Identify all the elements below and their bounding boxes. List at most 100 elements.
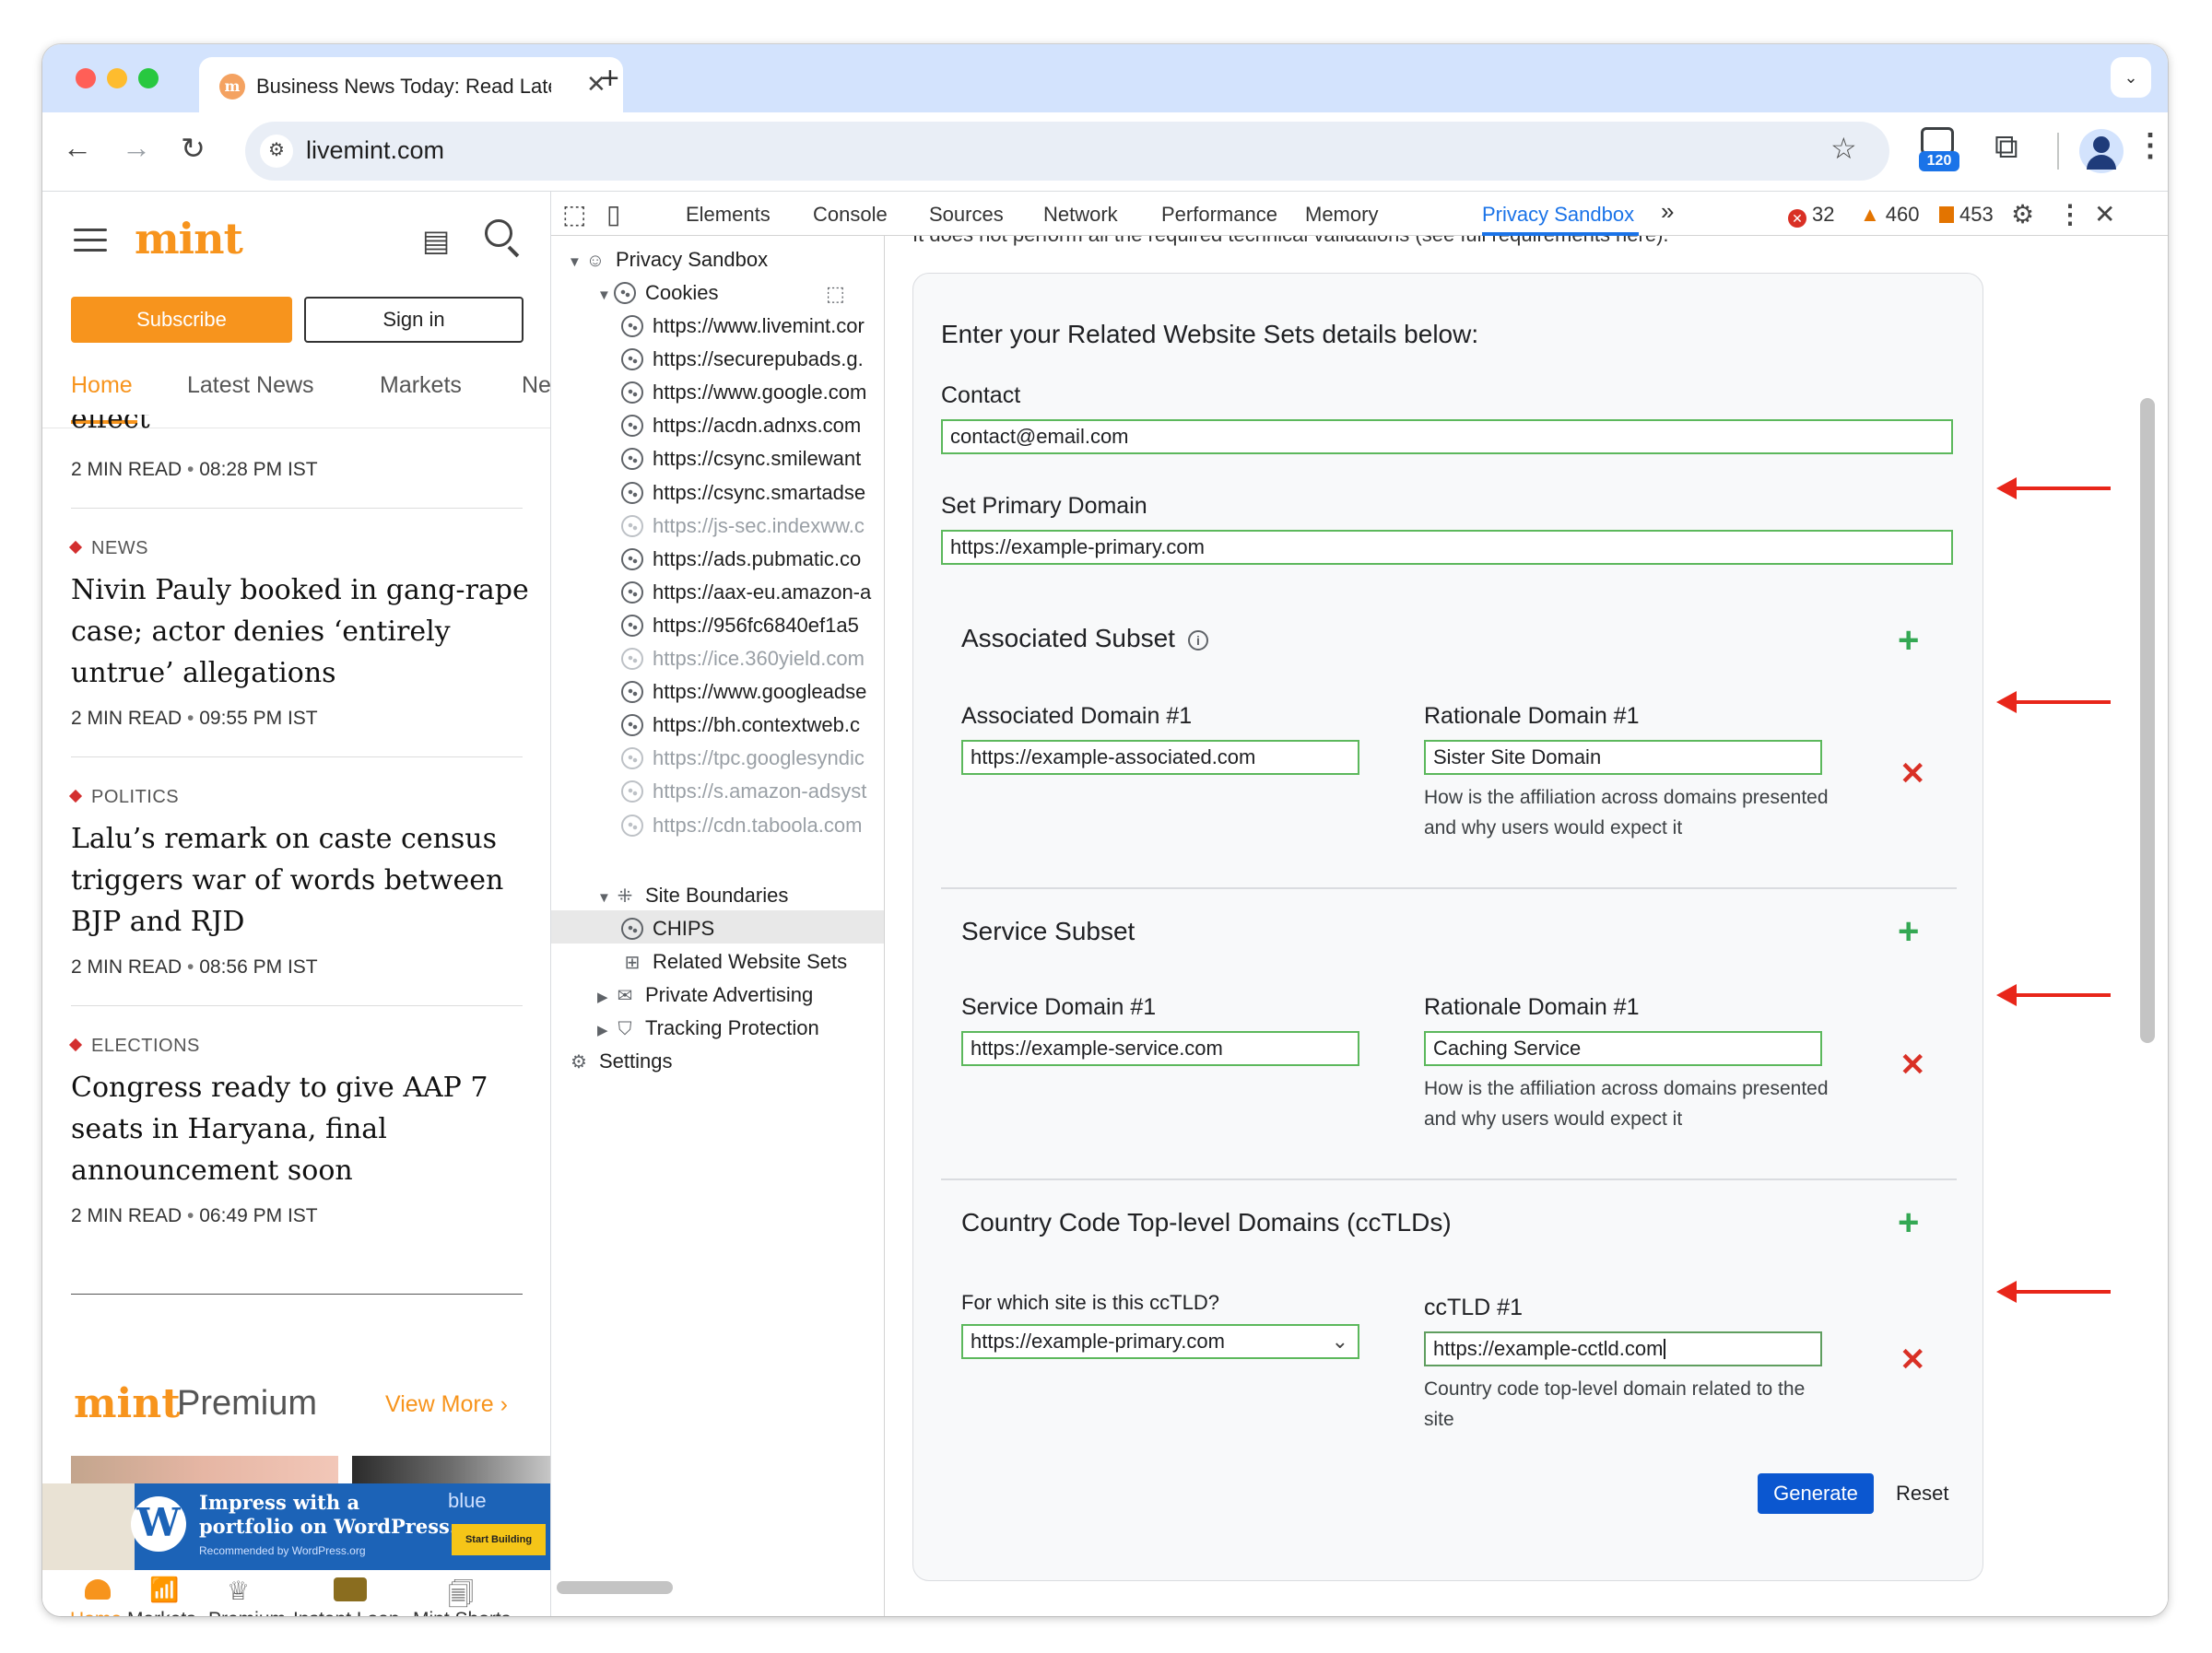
tab-elements[interactable]: Elements bbox=[686, 203, 771, 227]
cookie-origin-item[interactable]: https://csync.smilewant bbox=[621, 442, 861, 475]
calendar-extension-icon[interactable]: 120 bbox=[1917, 125, 1961, 173]
reload-icon[interactable]: ↻ bbox=[181, 131, 206, 166]
cookie-origin-item[interactable]: https://csync.smartadse bbox=[621, 476, 865, 510]
cookie-origin-item[interactable]: https://js-sec.indexww.c bbox=[621, 510, 865, 543]
cookie-origin-item[interactable]: https://bh.contextweb.c bbox=[621, 709, 860, 742]
home-icon[interactable] bbox=[85, 1579, 111, 1600]
issues-count[interactable]: 453 bbox=[1939, 203, 1994, 227]
cctld-site-select[interactable]: https://example-primary.com ⌄ bbox=[961, 1324, 1359, 1359]
tab-network[interactable]: Network bbox=[1043, 203, 1118, 227]
tree-settings[interactable]: ⚙ Settings bbox=[568, 1045, 672, 1078]
tab-privacy-sandbox[interactable]: Privacy Sandbox bbox=[1482, 203, 1634, 227]
tree-tracking-protection[interactable]: ▶ ⛉ Tracking Protection bbox=[597, 1012, 819, 1045]
address-bar[interactable]: ⚙ livemint.com ☆ bbox=[245, 122, 1889, 181]
cctld-input[interactable]: https://example-cctld.com bbox=[1424, 1331, 1822, 1366]
bottom-nav-markets[interactable]: Markets bbox=[127, 1609, 196, 1616]
horizontal-scrollbar[interactable] bbox=[557, 1581, 673, 1594]
tree-chips[interactable]: CHIPS bbox=[621, 912, 714, 945]
tab-search-dropdown-icon[interactable]: ⌄ bbox=[2111, 57, 2151, 98]
mint-logo[interactable]: mint bbox=[135, 214, 243, 264]
settings-gear-icon[interactable]: ⚙ bbox=[2011, 199, 2034, 229]
reset-button[interactable]: Reset bbox=[1896, 1473, 1948, 1514]
browser-tab[interactable]: m Business News Today: Read Latest ✕ bbox=[199, 57, 623, 112]
error-count[interactable]: ✕ 32 bbox=[1788, 203, 1834, 228]
service-rationale-input[interactable]: Caching Service bbox=[1424, 1031, 1822, 1066]
service-domain-input[interactable]: https://example-service.com bbox=[961, 1031, 1359, 1066]
article-headline[interactable]: effect bbox=[71, 415, 532, 435]
shorts-icon[interactable]: 🗐 bbox=[448, 1576, 476, 1609]
remove-cctld-close-icon[interactable]: ✕ bbox=[1900, 1344, 1926, 1376]
markets-chart-icon[interactable]: 📶 bbox=[149, 1576, 179, 1603]
site-settings-icon[interactable]: ⚙ bbox=[260, 135, 293, 168]
cookie-origin-item[interactable]: https://aax-eu.amazon-a bbox=[621, 576, 871, 609]
tab-memory[interactable]: Memory bbox=[1305, 203, 1378, 227]
device-toolbar-icon[interactable]: ▯ bbox=[606, 199, 620, 229]
info-icon[interactable]: i bbox=[1187, 630, 1208, 651]
profile-avatar-icon[interactable] bbox=[2079, 129, 2124, 173]
generate-button[interactable]: Generate bbox=[1758, 1473, 1874, 1514]
nav-next-item[interactable]: Ne bbox=[522, 372, 550, 399]
vertical-scrollbar[interactable] bbox=[2140, 398, 2155, 1043]
devtools-menu-icon[interactable]: ⋮ bbox=[2057, 199, 2083, 229]
remove-associated-close-icon[interactable]: ✕ bbox=[1900, 758, 1926, 790]
cookie-origin-item[interactable]: https://956fc6840ef1a5 bbox=[621, 609, 859, 642]
cookie-origin-item[interactable]: https://tpc.googlesyndic bbox=[621, 742, 865, 775]
tree-root-privacy-sandbox[interactable]: ▼ ☺ Privacy Sandbox bbox=[568, 243, 768, 276]
mint-premium-logo[interactable]: mint bbox=[74, 1380, 181, 1427]
bottom-nav-home[interactable]: Home bbox=[70, 1609, 122, 1616]
article-headline[interactable]: Nivin Pauly booked in gang-rape case; ac… bbox=[71, 569, 532, 694]
forward-icon[interactable]: → bbox=[122, 131, 151, 165]
nav-latest-news[interactable]: Latest News bbox=[187, 372, 314, 399]
cookie-origin-item[interactable]: https://www.googleadse bbox=[621, 675, 866, 709]
tree-related-website-sets[interactable]: ⊞ Related Website Sets bbox=[621, 945, 848, 979]
primary-domain-input[interactable]: https://example-primary.com bbox=[941, 530, 1953, 565]
nav-home[interactable]: Home bbox=[71, 372, 133, 399]
article-headline[interactable]: Congress ready to give AAP 7 seats in Ha… bbox=[71, 1067, 532, 1191]
url-text[interactable]: livemint.com bbox=[306, 136, 444, 165]
extensions-puzzle-icon[interactable]: ⧉ bbox=[1994, 127, 2018, 167]
add-cctld-plus-icon[interactable]: + bbox=[1898, 1204, 1919, 1241]
sign-in-button[interactable]: Sign in bbox=[304, 297, 524, 343]
hamburger-menu-icon[interactable] bbox=[74, 229, 107, 259]
new-tab-icon[interactable]: + bbox=[601, 61, 619, 97]
epaper-icon[interactable]: ▤ bbox=[422, 223, 450, 258]
bottom-nav-premium[interactable]: Premium bbox=[208, 1609, 286, 1616]
minimize-window-button[interactable] bbox=[107, 68, 127, 88]
cookie-origin-item[interactable]: https://securepubads.g. bbox=[621, 343, 864, 376]
more-tabs-icon[interactable]: » bbox=[1661, 197, 1674, 226]
premium-crown-icon[interactable]: ♕ bbox=[227, 1576, 254, 1605]
back-icon[interactable]: ← bbox=[63, 131, 92, 165]
nav-markets[interactable]: Markets bbox=[380, 372, 462, 399]
bookmark-star-icon[interactable]: ☆ bbox=[1830, 131, 1857, 166]
browser-menu-icon[interactable]: ⋮ bbox=[2135, 127, 2166, 164]
wordpress-ad-banner[interactable]: W Impress with a portfolio on WordPress. … bbox=[42, 1483, 550, 1570]
close-window-button[interactable] bbox=[76, 68, 96, 88]
bottom-nav-mint-shorts[interactable]: Mint Shorts bbox=[413, 1609, 511, 1616]
cookie-origin-item[interactable]: https://cdn.taboola.com bbox=[621, 809, 862, 842]
tree-private-advertising[interactable]: ▶ ✉ Private Advertising bbox=[597, 979, 813, 1012]
view-more-link[interactable]: View More › bbox=[385, 1391, 508, 1418]
cookie-picker-icon[interactable]: ⬚ bbox=[826, 282, 845, 306]
warning-count[interactable]: ▲ 460 bbox=[1860, 203, 1920, 227]
cookie-origin-item[interactable]: https://ads.pubmatic.co bbox=[621, 543, 861, 576]
ad-cta-button[interactable]: Start Building bbox=[452, 1524, 546, 1555]
tree-cookies[interactable]: ▼ Cookies bbox=[597, 276, 718, 310]
associated-domain-input[interactable]: https://example-associated.com bbox=[961, 740, 1359, 775]
cookie-origin-item[interactable]: https://s.amazon-adsyst bbox=[621, 775, 866, 808]
cookie-origin-item[interactable]: https://acdn.adnxs.com bbox=[621, 409, 861, 442]
tree-site-boundaries[interactable]: ▼ ⁜ Site Boundaries bbox=[597, 879, 788, 912]
inspect-element-icon[interactable]: ⬚ bbox=[562, 199, 586, 229]
search-icon[interactable] bbox=[483, 217, 522, 258]
bottom-nav-instant-loan[interactable]: Instant Loan bbox=[293, 1609, 400, 1616]
add-associated-plus-icon[interactable]: + bbox=[1898, 622, 1919, 659]
contact-input[interactable]: contact@email.com bbox=[941, 419, 1953, 454]
tab-console[interactable]: Console bbox=[813, 203, 888, 227]
remove-service-close-icon[interactable]: ✕ bbox=[1900, 1049, 1926, 1081]
close-devtools-icon[interactable]: ✕ bbox=[2094, 199, 2115, 229]
maximize-window-button[interactable] bbox=[138, 68, 159, 88]
tab-performance[interactable]: Performance bbox=[1161, 203, 1277, 227]
cookie-origin-item[interactable]: https://ice.360yield.com bbox=[621, 642, 865, 675]
wallet-icon[interactable] bbox=[334, 1577, 367, 1601]
cookie-origin-item[interactable]: https://www.google.com bbox=[621, 376, 866, 409]
subscribe-button[interactable]: Subscribe bbox=[71, 297, 292, 343]
